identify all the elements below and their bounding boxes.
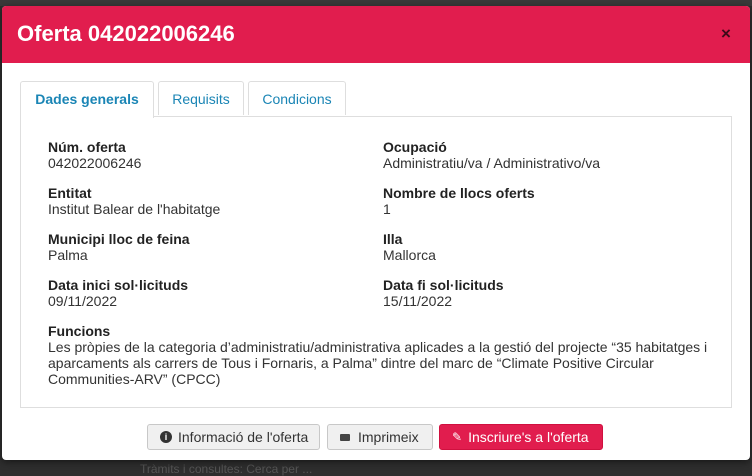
apply-offer-button[interactable]: ✎ Inscriure's a l'oferta <box>439 424 603 450</box>
field-value: 1 <box>383 201 391 217</box>
field-value: Palma <box>48 247 88 263</box>
field-label: Illa <box>383 231 403 247</box>
pencil-icon: ✎ <box>452 430 463 445</box>
field-illa: Illa Mallorca <box>383 231 436 263</box>
field-municipi: Municipi lloc de feina Palma <box>48 231 190 263</box>
info-circle-icon: i <box>160 431 172 444</box>
field-value: 15/11/2022 <box>383 293 453 309</box>
info-offer-button[interactable]: i Informació de l'oferta <box>147 424 320 450</box>
field-label: Ocupació <box>383 139 447 155</box>
modal-title: Oferta 042022006246 <box>17 21 235 46</box>
print-button-label: Imprimeix <box>358 429 419 445</box>
field-value: Mallorca <box>383 247 436 263</box>
field-label: Data fi sol·licituds <box>383 277 504 293</box>
field-value: Institut Balear de l'habitatge <box>48 201 221 217</box>
background-page-text: Tràmits i consultes: Cerca per ... <box>140 462 313 476</box>
field-funcions: Funcions Les pròpies de la categoria d’a… <box>48 323 708 387</box>
info-offer-button-label: Informació de l'oferta <box>178 429 309 445</box>
field-label: Data inici sol·licituds <box>48 277 189 293</box>
print-button[interactable]: Imprimeix <box>327 424 433 450</box>
field-value: Administratiu/va / Administrativo/va <box>383 155 601 171</box>
field-ocupacio: Ocupació Administratiu/va / Administrati… <box>383 139 600 171</box>
field-label: Entitat <box>48 185 92 201</box>
field-label: Nombre de llocs oferts <box>383 185 535 201</box>
job-offer-modal: Oferta 042022006246 × Dades generals Req… <box>2 6 750 460</box>
tab-requisits[interactable]: Requisits <box>158 81 244 115</box>
field-label: Municipi lloc de feina <box>48 231 190 247</box>
modal-header: Oferta 042022006246 × <box>2 6 750 63</box>
print-icon <box>340 433 350 441</box>
field-num-oferta: Núm. oferta 042022006246 <box>48 139 141 171</box>
field-nombre-llocs: Nombre de llocs oferts 1 <box>383 185 535 217</box>
field-data-inici: Data inici sol·licituds 09/11/2022 <box>48 277 188 309</box>
field-label: Funcions <box>48 323 111 339</box>
field-label: Núm. oferta <box>48 139 126 155</box>
apply-offer-button-label: Inscriure's a l'oferta <box>468 429 589 445</box>
tab-panel-dades-generals: Núm. oferta 042022006246 Ocupació Admini… <box>20 116 732 408</box>
field-entitat: Entitat Institut Balear de l'habitatge <box>48 185 220 217</box>
field-value: 042022006246 <box>48 155 142 171</box>
tab-bar: Dades generals Requisits Condicions <box>20 81 731 118</box>
field-value: Les pròpies de la categoria d’administra… <box>48 339 708 387</box>
close-icon[interactable]: × <box>716 24 736 44</box>
field-value: 09/11/2022 <box>48 293 118 309</box>
field-data-fi: Data fi sol·licituds 15/11/2022 <box>383 277 504 309</box>
tab-condicions[interactable]: Condicions <box>248 81 346 115</box>
tab-dades-generals[interactable]: Dades generals <box>20 81 154 118</box>
